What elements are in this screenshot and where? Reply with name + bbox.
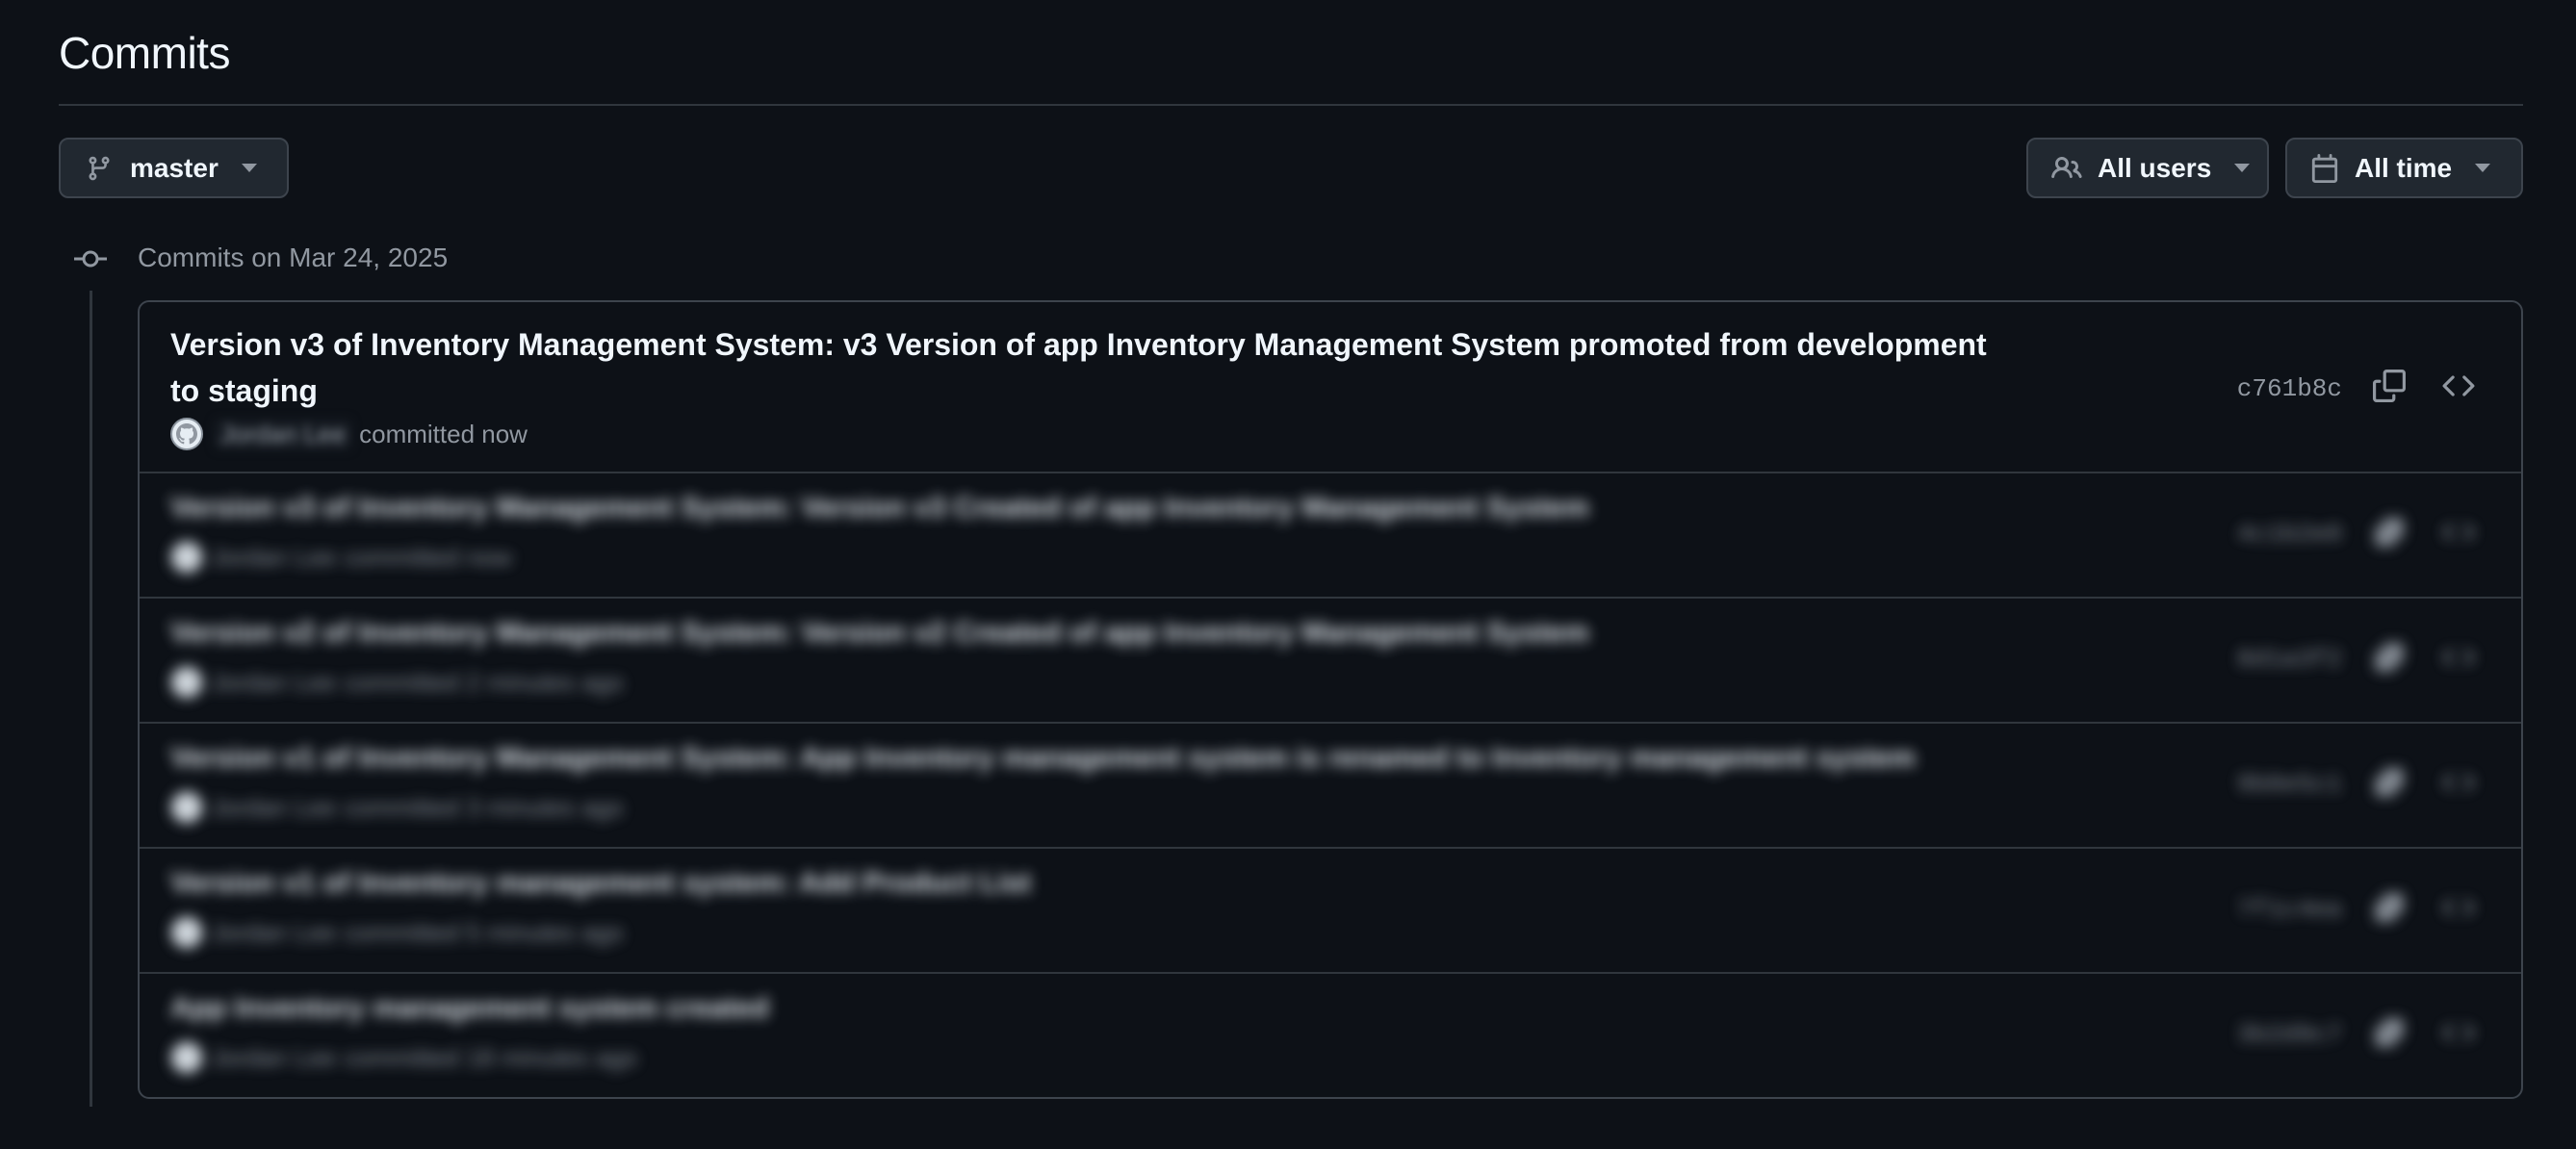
calendar-icon bbox=[2311, 153, 2338, 183]
commit-time: committed 18 minutes ago bbox=[344, 1042, 638, 1072]
commit-date-heading: Commits on Mar 24, 2025 bbox=[138, 243, 449, 272]
commit-sha-link[interactable]: c761b8c bbox=[2237, 374, 2342, 403]
code-icon bbox=[2441, 523, 2476, 542]
commit-time: committed 5 minutes ago bbox=[344, 917, 624, 947]
git-commit-icon bbox=[74, 250, 107, 268]
browse-code-button[interactable] bbox=[2442, 370, 2475, 407]
commit-title-link[interactable]: Version v2 of Inventory Management Syste… bbox=[170, 614, 2096, 652]
users-filter-button[interactable]: All users bbox=[2026, 138, 2269, 198]
copy-sha-button[interactable] bbox=[2373, 516, 2406, 553]
commit-author[interactable]: Jordan Lee bbox=[211, 543, 336, 573]
browse-code-button[interactable] bbox=[2441, 891, 2476, 929]
commit-title-link[interactable]: Version v1 of Inventory management syste… bbox=[170, 864, 2096, 903]
commit-time: committed now bbox=[344, 542, 512, 572]
commit-time: committed now bbox=[359, 419, 528, 448]
avatar[interactable] bbox=[170, 666, 203, 699]
code-icon bbox=[2441, 773, 2476, 792]
code-icon bbox=[2441, 898, 2476, 917]
commit-meta: Jordan Lee committed 18 minutes ago bbox=[170, 1041, 637, 1074]
copy-icon bbox=[2375, 1018, 2404, 1047]
commit-row: App Inventory management system created … bbox=[140, 974, 2521, 1097]
caret-down-icon bbox=[2234, 164, 2251, 172]
avatar[interactable] bbox=[170, 916, 203, 949]
avatar[interactable] bbox=[170, 791, 203, 824]
code-icon bbox=[2442, 375, 2475, 396]
timeline-line bbox=[90, 291, 92, 1107]
commit-sha-link[interactable]: 9b0e5c1 bbox=[2237, 770, 2342, 799]
copy-sha-button[interactable] bbox=[2373, 370, 2406, 407]
copy-icon bbox=[2373, 370, 2406, 402]
commit-time: committed 2 minutes ago bbox=[344, 667, 624, 697]
commit-sha-link[interactable]: 4c1b2e0 bbox=[2237, 520, 2342, 549]
avatar[interactable] bbox=[170, 418, 203, 450]
git-branch-icon bbox=[89, 156, 110, 180]
commit-author[interactable]: Jordan Lee bbox=[211, 1043, 336, 1073]
commit-meta: Jordan Lee committed 2 minutes ago bbox=[170, 666, 624, 699]
avatar[interactable] bbox=[170, 1041, 203, 1074]
page-title: Commits bbox=[59, 28, 230, 78]
commit-author[interactable]: Jordan Lee bbox=[211, 668, 336, 698]
branch-name: master bbox=[130, 152, 219, 183]
commit-author[interactable]: Jordan Lee bbox=[215, 419, 352, 449]
browse-code-button[interactable] bbox=[2441, 1016, 2476, 1054]
copy-icon bbox=[2375, 768, 2404, 797]
commit-meta: Jordan Lee committed now bbox=[170, 418, 528, 450]
commit-title-link[interactable]: Version v3 of Inventory Management Syste… bbox=[170, 321, 1999, 414]
commit-author[interactable]: Jordan Lee bbox=[211, 918, 336, 948]
copy-sha-button[interactable] bbox=[2373, 766, 2406, 804]
commit-list: Version v3 of Inventory Management Syste… bbox=[138, 300, 2523, 1099]
branch-selector-button[interactable]: master bbox=[59, 138, 289, 198]
commit-meta: Jordan Lee committed 5 minutes ago bbox=[170, 916, 624, 949]
copy-sha-button[interactable] bbox=[2373, 1016, 2406, 1054]
commit-row: Version v1 of Inventory Management Syste… bbox=[140, 724, 2521, 849]
commit-title-link[interactable]: App Inventory management system created bbox=[170, 989, 2096, 1028]
copy-icon bbox=[2375, 643, 2404, 672]
commit-title-link[interactable]: Version v1 of Inventory Management Syste… bbox=[170, 739, 2096, 778]
title-divider bbox=[59, 104, 2523, 106]
github-avatar-icon bbox=[176, 423, 197, 445]
commit-sha-link[interactable]: 8d1a3f2 bbox=[2237, 645, 2342, 674]
commit-meta: Jordan Lee committed 3 minutes ago bbox=[170, 791, 624, 824]
time-filter-button[interactable]: All time bbox=[2285, 138, 2523, 198]
commit-title-link[interactable]: Version v3 of Inventory Management Syste… bbox=[170, 489, 2096, 527]
commit-sha-link[interactable]: 3b2d9c7 bbox=[2237, 1020, 2342, 1049]
commit-time: committed 3 minutes ago bbox=[344, 792, 624, 822]
caret-down-icon bbox=[241, 164, 257, 172]
commit-author[interactable]: Jordan Lee bbox=[211, 793, 336, 823]
commit-row: Version v3 of Inventory Management Syste… bbox=[140, 302, 2521, 473]
commit-row: Version v3 of Inventory Management Syste… bbox=[140, 473, 2521, 599]
browse-code-button[interactable] bbox=[2441, 766, 2476, 804]
caret-down-icon bbox=[2475, 164, 2491, 172]
commit-meta: Jordan Lee committed now bbox=[170, 541, 512, 574]
commit-row: Version v2 of Inventory Management Syste… bbox=[140, 599, 2521, 724]
commit-row: Version v1 of Inventory management syste… bbox=[140, 849, 2521, 974]
code-icon bbox=[2441, 648, 2476, 667]
browse-code-button[interactable] bbox=[2441, 641, 2476, 678]
people-icon bbox=[2051, 156, 2082, 178]
users-filter-label: All users bbox=[2098, 152, 2212, 183]
commit-sha-link[interactable]: 7f1c4ea bbox=[2237, 895, 2342, 924]
copy-icon bbox=[2375, 518, 2404, 547]
copy-sha-button[interactable] bbox=[2373, 891, 2406, 929]
time-filter-label: All time bbox=[2355, 152, 2453, 183]
code-icon bbox=[2441, 1023, 2476, 1042]
copy-icon bbox=[2375, 893, 2404, 922]
avatar[interactable] bbox=[170, 541, 203, 574]
browse-code-button[interactable] bbox=[2441, 516, 2476, 553]
copy-sha-button[interactable] bbox=[2373, 641, 2406, 678]
